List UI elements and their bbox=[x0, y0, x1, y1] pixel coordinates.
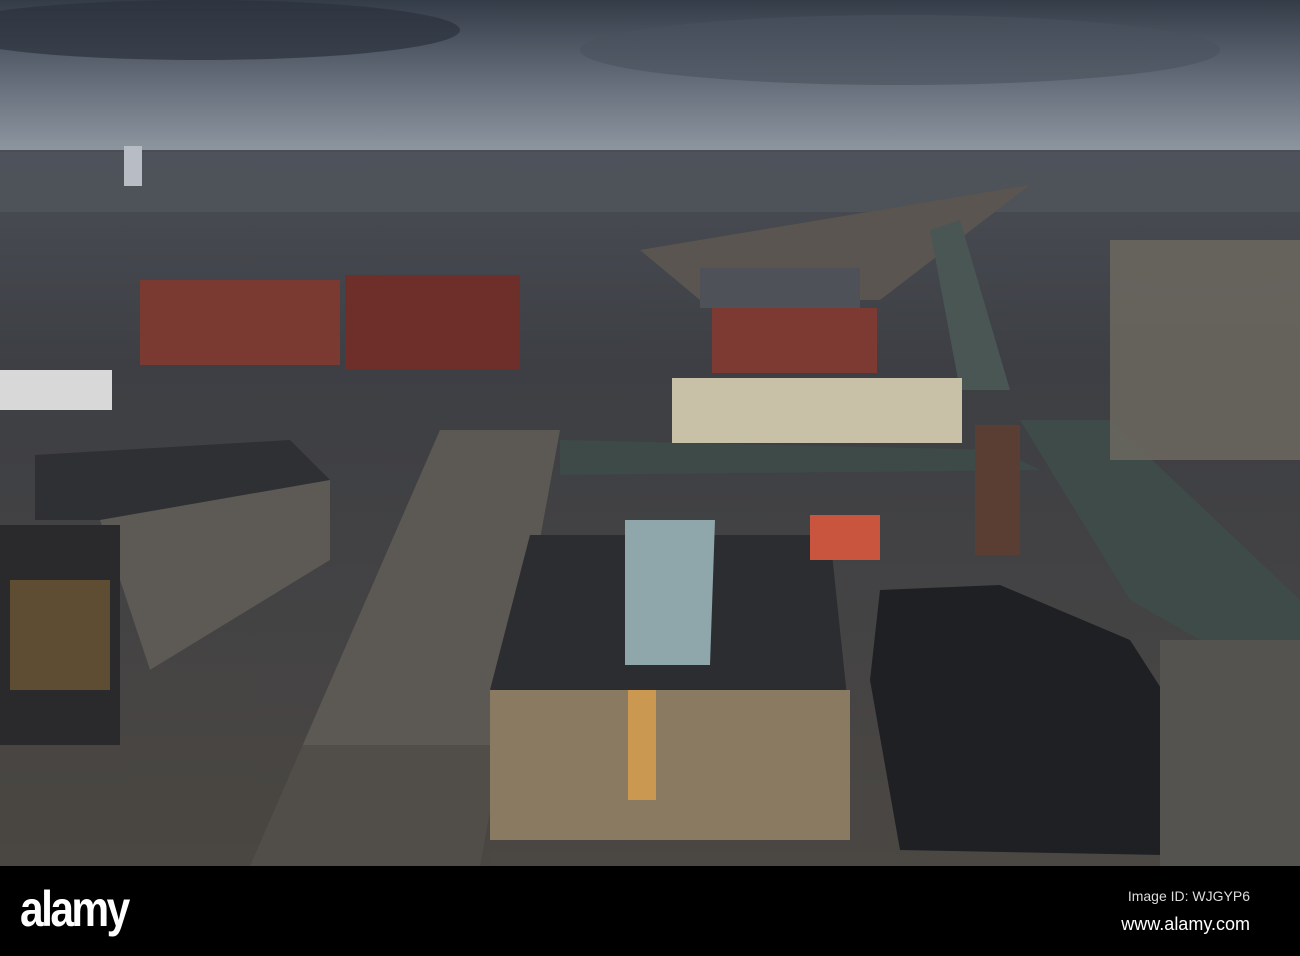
brick-building bbox=[140, 280, 340, 365]
glass-roof bbox=[625, 520, 715, 665]
image-id-label: Image ID: WJGYP6 bbox=[1127, 888, 1250, 904]
brick-building bbox=[712, 308, 877, 373]
clock-tower bbox=[975, 425, 1020, 555]
station-hall bbox=[700, 268, 860, 308]
central-building-facade bbox=[490, 690, 850, 840]
ferry bbox=[0, 370, 112, 410]
stock-photo: alamy Image ID: WJGYP6 www.alamy.com bbox=[0, 0, 1300, 956]
watermark-bar: alamy Image ID: WJGYP6 www.alamy.com bbox=[0, 866, 1300, 956]
website-label: www.alamy.com bbox=[1121, 914, 1250, 934]
brick-building bbox=[345, 275, 520, 370]
alamy-logo: alamy bbox=[20, 881, 130, 937]
aerial-city-photo bbox=[0, 0, 1300, 866]
station-building bbox=[672, 378, 962, 443]
tower bbox=[124, 146, 142, 186]
red-roof-house bbox=[810, 515, 880, 560]
